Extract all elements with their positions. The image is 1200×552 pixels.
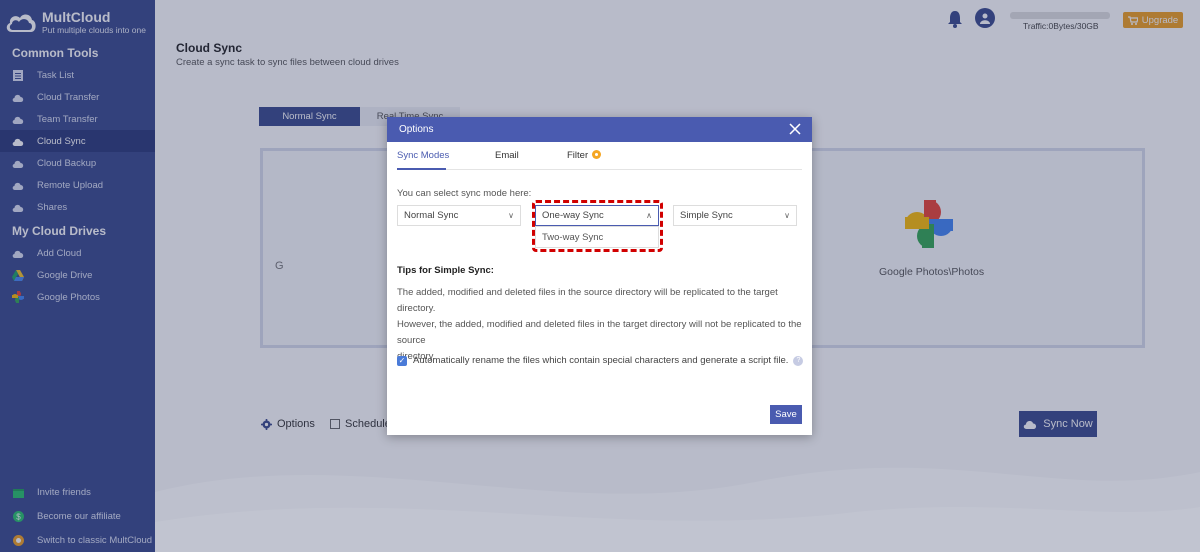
sync-mode-label: You can select sync mode here:	[397, 188, 532, 199]
auto-rename-label: Automatically rename the files which con…	[413, 355, 789, 366]
options-modal: Options Sync Modes Email Filter You can …	[387, 117, 812, 435]
tips-title: Tips for Simple Sync:	[397, 265, 494, 276]
tab-filter-label: Filter	[567, 150, 589, 161]
modal-header: Options	[387, 117, 812, 142]
sync-type-value: Simple Sync	[680, 210, 733, 221]
tips-text: The added, modified and deleted files in…	[397, 285, 805, 365]
modal-title: Options	[399, 124, 434, 135]
help-icon[interactable]: ?	[793, 355, 804, 366]
tips-line: However, the added, modified and deleted…	[397, 319, 802, 346]
premium-badge-icon	[592, 150, 602, 159]
chevron-down-icon: ∨	[508, 211, 514, 220]
sync-mode-value: Normal Sync	[404, 210, 459, 221]
checkbox-checked-icon[interactable]: ✓	[397, 355, 407, 366]
auto-rename-row[interactable]: ✓ Automatically rename the files which c…	[397, 355, 804, 366]
sync-mode-select[interactable]: Normal Sync ∨	[397, 205, 521, 226]
tab-sync-modes[interactable]: Sync Modes	[397, 150, 449, 161]
highlight-annotation	[532, 200, 663, 252]
sync-type-select[interactable]: Simple Sync ∨	[673, 205, 797, 226]
active-tab-indicator	[397, 168, 446, 170]
close-icon[interactable]	[788, 122, 802, 136]
modal-tabs: Sync Modes Email Filter	[397, 142, 802, 170]
tab-email[interactable]: Email	[495, 150, 519, 161]
save-button[interactable]: Save	[770, 405, 802, 424]
chevron-down-icon: ∨	[784, 211, 790, 220]
tips-line: The added, modified and deleted files in…	[397, 287, 778, 314]
tab-filter[interactable]: Filter	[567, 150, 602, 161]
